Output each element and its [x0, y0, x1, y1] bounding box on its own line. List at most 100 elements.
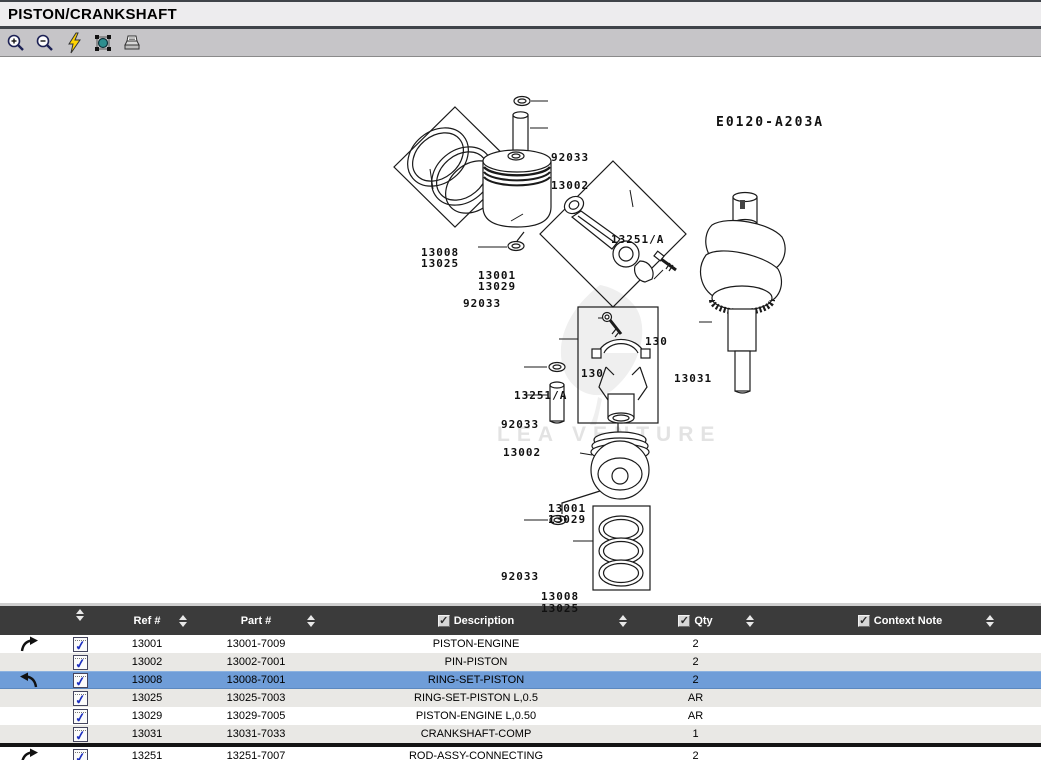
qty-column-checkbox[interactable]: ✓	[678, 615, 690, 627]
table-row[interactable]: 13025 13025-7003 RING-SET-PISTON L,0.5 A…	[0, 689, 1041, 707]
desc-cell: CRANKSHAFT-COMP	[320, 728, 632, 740]
zoom-in-button[interactable]	[5, 32, 27, 54]
fit-image-button[interactable]	[92, 32, 114, 54]
row-action-cell[interactable]	[0, 672, 58, 688]
callout-130[interactable]: 130	[645, 336, 668, 347]
col-header-action	[0, 606, 58, 635]
edit-note-icon[interactable]	[73, 673, 88, 688]
table-row[interactable]: 13001 13001-7009 PISTON-ENGINE 2	[0, 635, 1041, 653]
sort-icon	[76, 609, 85, 621]
col-label-qty: Qty	[694, 615, 712, 627]
zoom-out-icon	[35, 33, 55, 53]
col-header-ref[interactable]: Ref #	[102, 606, 192, 635]
ref-cell: 13031	[102, 728, 192, 740]
edit-note-icon[interactable]	[73, 727, 88, 742]
callout-92033-4[interactable]: 92033	[501, 571, 539, 582]
parts-diagram-panel: LEA VENTURE E0120-A203A	[0, 57, 1041, 604]
desc-cell: RING-SET-PISTON L,0.5	[320, 692, 632, 704]
row-action-cell[interactable]	[0, 747, 58, 760]
callout-13251a[interactable]: 13251/A	[611, 234, 664, 245]
sort-icon	[986, 615, 995, 627]
ref-cell: 13029	[102, 710, 192, 722]
fit-image-icon	[94, 34, 112, 52]
qty-cell: AR	[632, 710, 759, 722]
redo-arrow-icon	[18, 636, 40, 652]
callout-13029[interactable]: 13029	[478, 281, 516, 292]
edit-note-icon[interactable]	[73, 655, 88, 670]
callout-13008-2[interactable]: 13008	[541, 591, 579, 602]
row-note-cell[interactable]	[58, 727, 102, 742]
context-note-column-checkbox[interactable]: ✓	[858, 615, 870, 627]
col-header-description[interactable]: ✓ Description	[320, 606, 632, 635]
callout-13031[interactable]: 13031	[674, 373, 712, 384]
row-note-cell[interactable]	[58, 655, 102, 670]
table-row[interactable]: 13002 13002-7001 PIN-PISTON 2	[0, 653, 1041, 671]
edit-note-icon[interactable]	[73, 637, 88, 652]
col-header-context-note[interactable]: ✓ Context Note	[759, 606, 1041, 635]
sort-icon	[619, 615, 628, 627]
redo-arrow-icon	[18, 748, 40, 760]
piston-bottom-view	[591, 432, 649, 499]
lightning-icon	[65, 32, 83, 54]
callout-92033-3[interactable]: 92033	[501, 419, 539, 430]
callout-13002-2[interactable]: 13002	[503, 447, 541, 458]
zoom-out-button[interactable]	[34, 32, 56, 54]
ref-cell: 13008	[102, 674, 192, 686]
callout-13029-2[interactable]: 13029	[548, 514, 586, 525]
ref-cell: 13001	[102, 638, 192, 650]
callout-92033[interactable]: 92033	[551, 152, 589, 163]
rod-bolt-130	[654, 251, 676, 271]
row-note-cell[interactable]	[58, 673, 102, 688]
col-header-part[interactable]: Part #	[192, 606, 320, 635]
row-note-cell[interactable]	[58, 637, 102, 652]
desc-cell: PISTON-ENGINE L,0.50	[320, 710, 632, 722]
circlip-92033-lower	[549, 363, 565, 372]
edit-note-icon[interactable]	[73, 709, 88, 724]
title-bar: PISTON/CRANKSHAFT	[0, 2, 1041, 26]
part-cell: 13031-7033	[192, 728, 320, 740]
circlip-92033-mid	[508, 242, 524, 251]
row-note-cell[interactable]	[58, 691, 102, 706]
parts-table-header: Ref # Part # ✓ Description ✓ Qty ✓ Conte…	[0, 606, 1041, 635]
description-column-checkbox[interactable]: ✓	[438, 615, 450, 627]
table-row[interactable]: 13251 13251-7007 ROD-ASSY-CONNECTING 2	[0, 747, 1041, 760]
part-cell: 13025-7003	[192, 692, 320, 704]
ref-cell: 13002	[102, 656, 192, 668]
row-action-cell[interactable]	[0, 635, 58, 653]
edit-note-icon[interactable]	[73, 691, 88, 706]
part-cell: 13251-7007	[192, 750, 320, 760]
table-row-selected[interactable]: 13008 13008-7001 RING-SET-PISTON 2	[0, 671, 1041, 689]
crankshaft-13031	[701, 193, 786, 394]
parts-diagram	[0, 57, 1041, 604]
part-cell: 13008-7001	[192, 674, 320, 686]
print-icon	[122, 34, 142, 52]
edit-note-icon[interactable]	[73, 749, 88, 760]
desc-cell: PISTON-ENGINE	[320, 638, 632, 650]
ring-set-box-bottom	[593, 506, 650, 590]
qty-cell: 2	[632, 674, 759, 686]
table-row[interactable]: 13029 13029-7005 PISTON-ENGINE L,0.50 AR	[0, 707, 1041, 725]
circlip-92033-top	[514, 97, 530, 106]
callout-92033-2[interactable]: 92033	[463, 298, 501, 309]
desc-cell: RING-SET-PISTON	[320, 674, 632, 686]
sort-icon	[746, 615, 755, 627]
col-label-part: Part #	[241, 615, 272, 627]
callout-13251a-2[interactable]: 13251/A	[514, 390, 567, 401]
row-note-cell[interactable]	[58, 709, 102, 724]
col-header-qty[interactable]: ✓ Qty	[632, 606, 759, 635]
callout-13025[interactable]: 13025	[421, 258, 459, 269]
table-row[interactable]: 13031 13031-7033 CRANKSHAFT-COMP 1	[0, 725, 1041, 743]
row-note-cell[interactable]	[58, 749, 102, 760]
print-button[interactable]	[121, 32, 143, 54]
qty-cell: 2	[632, 750, 759, 760]
highlight-hotspots-button[interactable]	[63, 32, 85, 54]
piston-top-view	[483, 150, 551, 227]
ref-cell: 13251	[102, 750, 192, 760]
undo-arrow-icon	[18, 672, 40, 688]
toolbar	[0, 29, 1041, 57]
callout-13002[interactable]: 13002	[551, 180, 589, 191]
callout-130-2[interactable]: 130	[581, 368, 604, 379]
col-header-select[interactable]	[58, 606, 102, 635]
qty-cell: 1	[632, 728, 759, 740]
desc-cell: PIN-PISTON	[320, 656, 632, 668]
